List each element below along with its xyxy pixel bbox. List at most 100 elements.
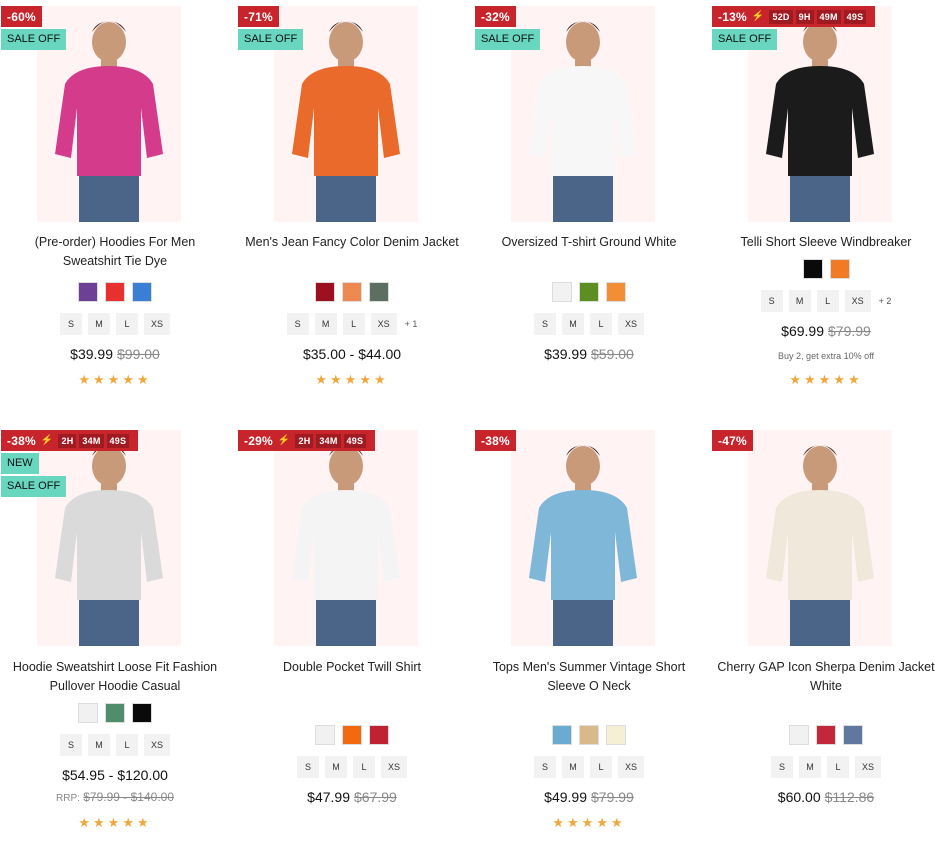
product-title-line[interactable]: Cherry GAP Icon Sherpa Denim Jacket xyxy=(711,658,935,677)
color-swatch[interactable] xyxy=(105,703,125,723)
badge-stack: -47% xyxy=(712,430,753,451)
color-swatch[interactable] xyxy=(816,725,836,745)
discount-badge: -47% xyxy=(712,430,753,451)
flash-icon: ⚡ xyxy=(277,435,291,446)
size-option[interactable]: L xyxy=(353,756,375,778)
color-swatch[interactable] xyxy=(843,725,863,745)
countdown-unit: 34M xyxy=(79,433,104,448)
size-option[interactable]: M xyxy=(88,734,110,756)
product-title-line[interactable]: Pullover Hoodie Casual xyxy=(0,677,230,696)
sale-off-badge: SALE OFF xyxy=(1,476,67,497)
discount-value: -29% xyxy=(244,433,273,448)
color-swatches xyxy=(474,725,704,745)
original-price: $67.99 xyxy=(354,789,397,805)
size-option[interactable]: L xyxy=(590,756,612,778)
flash-icon: ⚡ xyxy=(40,435,54,446)
product-title-line[interactable]: Hoodie Sweatshirt Loose Fit Fashion xyxy=(0,658,230,677)
discount-value: -38% xyxy=(481,433,510,448)
new-badge: NEW xyxy=(1,453,39,474)
rating-stars: ★★★★★ xyxy=(78,815,152,830)
rrp-label: RRP: xyxy=(56,793,80,804)
countdown-number: 34 xyxy=(319,435,330,446)
color-swatches xyxy=(711,725,935,745)
color-swatch[interactable] xyxy=(579,725,599,745)
price-row: $47.99 $67.99 xyxy=(237,789,467,805)
product-title[interactable]: Tops Men's Summer Vintage Short Sleeve O … xyxy=(474,658,704,696)
countdown-unit-label: H xyxy=(303,435,311,446)
rating-stars: ★★★★★ xyxy=(552,815,626,830)
product-title-line[interactable]: Tops Men's Summer Vintage Short xyxy=(474,658,704,677)
product-image[interactable] xyxy=(511,430,655,646)
original-price: $79.99 xyxy=(591,789,634,805)
product-title-line[interactable]: Double Pocket Twill Shirt xyxy=(237,658,467,677)
discount-badge: -38% xyxy=(475,430,516,451)
size-option[interactable]: M xyxy=(325,756,347,778)
color-swatches xyxy=(0,703,230,723)
price-row: $60.00 $112.86 xyxy=(711,789,935,805)
product-photo-illustration xyxy=(529,445,637,646)
price-row: $49.99 $79.99 xyxy=(474,789,704,805)
current-price: $47.99 xyxy=(307,789,350,805)
countdown-unit-label: S xyxy=(119,435,127,446)
countdown-unit-label: M xyxy=(92,435,101,446)
countdown-number: 49 xyxy=(109,435,120,446)
discount-badge: -29% ⚡ 2H 34M 49S xyxy=(238,430,376,451)
color-swatch[interactable] xyxy=(342,725,362,745)
current-price: $60.00 xyxy=(777,789,821,805)
countdown-unit: 49S xyxy=(106,433,130,448)
product-card[interactable]: -38% ⚡ 2H 34M 49S NEW SALE OFF Hoodie Sweatshir… xyxy=(0,0,230,841)
size-option[interactable]: S xyxy=(297,756,319,778)
badge-stack: -29% ⚡ 2H 34M 49S xyxy=(238,430,376,451)
badge-stack: -38% xyxy=(475,430,516,451)
color-swatch[interactable] xyxy=(369,725,389,745)
current-price: $54.95 - $120.00 xyxy=(62,767,168,783)
size-option[interactable]: S xyxy=(60,734,82,756)
countdown-unit: 49S xyxy=(343,433,367,448)
size-options: S M L XS xyxy=(474,756,704,778)
rrp-value: $79.99 - $140.00 xyxy=(83,790,174,804)
size-option[interactable]: M xyxy=(799,756,821,778)
product-card[interactable]: -29% ⚡ 2H 34M 49S Double Pocket Twill Shirt S M… xyxy=(237,0,467,841)
size-option[interactable]: XS xyxy=(855,756,881,778)
size-option[interactable]: S xyxy=(771,756,793,778)
color-swatch[interactable] xyxy=(78,703,98,723)
size-options: S M L XS xyxy=(0,734,230,756)
size-option[interactable]: L xyxy=(116,734,138,756)
color-swatch[interactable] xyxy=(606,725,626,745)
discount-value: -47% xyxy=(718,433,747,448)
product-card[interactable]: -38% Tops Men's Summer Vintage Short Sleev… xyxy=(474,0,704,841)
color-swatch[interactable] xyxy=(789,725,809,745)
product-image[interactable] xyxy=(748,430,892,646)
product-title-line[interactable]: White xyxy=(711,677,935,696)
badge-stack: -38% ⚡ 2H 34M 49S NEW SALE OFF xyxy=(1,430,139,497)
size-option[interactable]: XS xyxy=(144,734,170,756)
countdown-unit-label: S xyxy=(356,435,364,446)
countdown-number: 34 xyxy=(82,435,93,446)
product-title[interactable]: Hoodie Sweatshirt Loose Fit Fashion Pullo… xyxy=(0,658,230,696)
size-option[interactable]: XS xyxy=(618,756,644,778)
color-swatch[interactable] xyxy=(132,703,152,723)
size-option[interactable]: L xyxy=(827,756,849,778)
countdown-unit: 34M xyxy=(316,433,341,448)
size-option[interactable]: XS xyxy=(381,756,407,778)
size-options: S M L XS xyxy=(711,756,935,778)
countdown-unit: 2H xyxy=(295,433,314,448)
countdown-unit-label: M xyxy=(329,435,338,446)
product-card[interactable]: -47% Cherry GAP Icon Sherpa Denim Jacket W… xyxy=(711,0,935,841)
current-price: $49.99 xyxy=(544,789,587,805)
color-swatch[interactable] xyxy=(552,725,572,745)
product-title[interactable]: Double Pocket Twill Shirt xyxy=(237,658,467,677)
countdown-number: 49 xyxy=(346,435,357,446)
discount-badge: -38% ⚡ 2H 34M 49S xyxy=(1,430,139,451)
size-option[interactable]: S xyxy=(534,756,556,778)
product-title[interactable]: Cherry GAP Icon Sherpa Denim Jacket White xyxy=(711,658,935,696)
product-photo-illustration xyxy=(766,445,874,646)
size-option[interactable]: M xyxy=(562,756,584,778)
countdown-unit: 2H xyxy=(58,433,77,448)
original-price: $112.86 xyxy=(824,789,875,805)
product-photo-illustration xyxy=(292,445,400,646)
rrp-price: RRP: $79.99 - $140.00 xyxy=(0,790,230,804)
product-image[interactable] xyxy=(274,430,418,646)
product-title-line[interactable]: Sleeve O Neck xyxy=(474,677,704,696)
color-swatch[interactable] xyxy=(315,725,335,745)
